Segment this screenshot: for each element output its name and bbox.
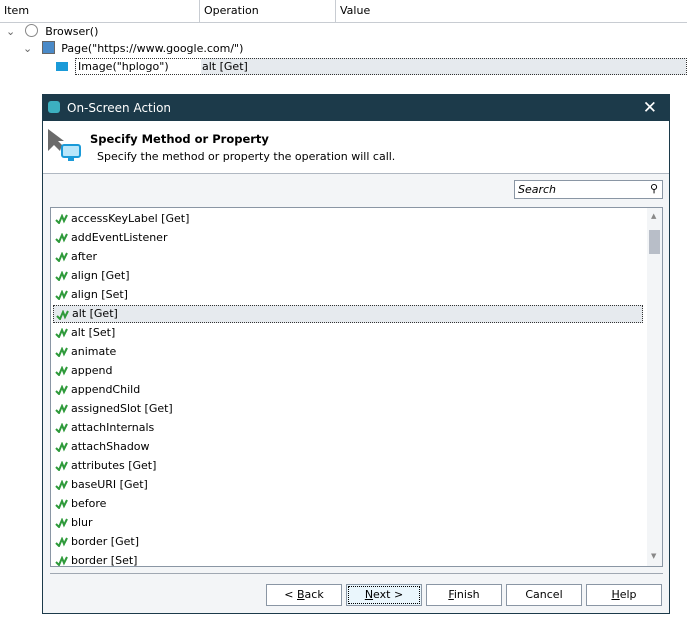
- list-item-label: attachShadow: [71, 440, 150, 453]
- cursor-monitor-icon: [48, 129, 81, 161]
- search-placeholder: Search: [518, 183, 557, 196]
- list-item-label: align [Get]: [71, 269, 130, 282]
- method-icon: [55, 537, 68, 547]
- tree-row-page[interactable]: ⌄ Page("https://www.google.com/"): [23, 40, 243, 57]
- back-button[interactable]: < Back: [266, 584, 342, 606]
- on-screen-action-dialog: On-Screen Action ✕ Specify Method or Pro…: [42, 94, 670, 614]
- dialog-header: Specify Method or Property Specify the m…: [43, 121, 669, 174]
- divider: [50, 573, 663, 574]
- dialog-titlebar: On-Screen Action ✕: [43, 95, 669, 121]
- method-icon: [55, 404, 68, 414]
- method-icon: [55, 271, 68, 281]
- method-icon: [55, 480, 68, 490]
- tree-row-image-selected[interactable]: Image("hplogo") alt [Get]: [75, 58, 687, 75]
- list-item-label: append: [71, 364, 113, 377]
- method-icon: [55, 461, 68, 471]
- list-item[interactable]: align [Get]: [53, 267, 643, 285]
- list-item[interactable]: alt [Set]: [53, 324, 643, 342]
- tree-label: Page("https://www.google.com/"): [61, 42, 244, 55]
- list-item-label: assignedSlot [Get]: [71, 402, 173, 415]
- web-page-icon: [41, 41, 55, 54]
- column-operation[interactable]: Operation: [200, 0, 336, 22]
- list-item[interactable]: attachInternals: [53, 419, 643, 437]
- list-item[interactable]: attachShadow: [53, 438, 643, 456]
- column-item[interactable]: Item: [0, 0, 200, 22]
- app-icon: [48, 101, 60, 113]
- help-button[interactable]: Help: [586, 584, 662, 606]
- scroll-up-icon[interactable]: ▲: [651, 212, 656, 220]
- method-icon: [55, 347, 68, 357]
- method-icon: [55, 385, 68, 395]
- list-item-label: blur: [71, 516, 93, 529]
- list-item-label: border [Get]: [71, 535, 139, 548]
- list-item-label: border [Set]: [71, 554, 138, 567]
- globe-icon: [24, 24, 38, 37]
- list-item-label: after: [71, 250, 98, 263]
- onscreen-object-icon: [56, 62, 68, 71]
- list-item-label: before: [71, 497, 107, 510]
- tree-row-image[interactable]: [56, 58, 70, 75]
- cancel-button[interactable]: Cancel: [506, 584, 582, 606]
- next-button[interactable]: Next >: [346, 584, 422, 606]
- scroll-down-icon[interactable]: ▼: [651, 552, 656, 560]
- method-icon: [55, 290, 68, 300]
- method-icon: [55, 233, 68, 243]
- list-item[interactable]: align [Set]: [53, 286, 643, 304]
- method-icon: [55, 442, 68, 452]
- list-item[interactable]: assignedSlot [Get]: [53, 400, 643, 418]
- list-item-label: animate: [71, 345, 117, 358]
- list-item-label: attributes [Get]: [71, 459, 157, 472]
- list-item[interactable]: attributes [Get]: [53, 457, 643, 475]
- list-item-label: attachInternals: [71, 421, 155, 434]
- list-item[interactable]: blur: [53, 514, 643, 532]
- list-item-label: alt [Set]: [71, 326, 116, 339]
- method-icon: [55, 499, 68, 509]
- scrollbar-thumb[interactable]: [649, 230, 660, 254]
- method-icon: [55, 423, 68, 433]
- tree-label: Image("hplogo"): [78, 60, 169, 73]
- method-icon: [55, 252, 68, 262]
- column-value[interactable]: Value: [336, 0, 687, 22]
- method-icon: [55, 518, 68, 528]
- list-item[interactable]: accessKeyLabel [Get]: [53, 210, 643, 228]
- list-item-label: alt [Get]: [72, 307, 118, 320]
- dialog-heading: Specify Method or Property: [90, 132, 269, 146]
- method-list[interactable]: ▲ ▼ accessKeyLabel [Get] addEventListener…: [50, 207, 663, 567]
- close-icon[interactable]: ✕: [643, 95, 657, 121]
- scrollbar[interactable]: ▲ ▼: [647, 208, 662, 566]
- method-icon: [55, 556, 68, 566]
- list-item-label: appendChild: [71, 383, 141, 396]
- method-icon: [55, 366, 68, 376]
- list-item[interactable]: after: [53, 248, 643, 266]
- list-item[interactable]: before: [53, 495, 643, 513]
- method-icon: [55, 214, 68, 224]
- tree-row-browser[interactable]: ⌄ Browser(): [6, 23, 98, 40]
- search-icon[interactable]: ⚲: [650, 182, 658, 195]
- list-item[interactable]: addEventListener: [53, 229, 643, 247]
- list-item[interactable]: border [Get]: [53, 533, 643, 551]
- list-item[interactable]: append: [53, 362, 643, 380]
- tree-label: Browser(): [45, 25, 99, 38]
- list-item-label: align [Set]: [71, 288, 128, 301]
- tree-operation: alt [Get]: [202, 60, 248, 73]
- list-item[interactable]: alt [Get]: [53, 305, 643, 323]
- method-icon: [56, 310, 69, 320]
- list-item[interactable]: appendChild: [53, 381, 643, 399]
- column-header: Item Operation Value: [0, 0, 687, 23]
- list-item-label: baseURI [Get]: [71, 478, 148, 491]
- chevron-down-icon[interactable]: ⌄: [6, 25, 15, 38]
- list-item-label: addEventListener: [71, 231, 168, 244]
- list-item-label: accessKeyLabel [Get]: [71, 212, 190, 225]
- chevron-down-icon[interactable]: ⌄: [23, 42, 32, 55]
- search-input[interactable]: Search ⚲: [514, 180, 663, 199]
- dialog-title: On-Screen Action: [67, 101, 172, 115]
- dialog-subheading: Specify the method or property the opera…: [97, 150, 396, 163]
- list-item[interactable]: border [Set]: [53, 552, 643, 567]
- list-item[interactable]: animate: [53, 343, 643, 361]
- list-item[interactable]: baseURI [Get]: [53, 476, 643, 494]
- method-icon: [55, 328, 68, 338]
- finish-button[interactable]: Finish: [426, 584, 502, 606]
